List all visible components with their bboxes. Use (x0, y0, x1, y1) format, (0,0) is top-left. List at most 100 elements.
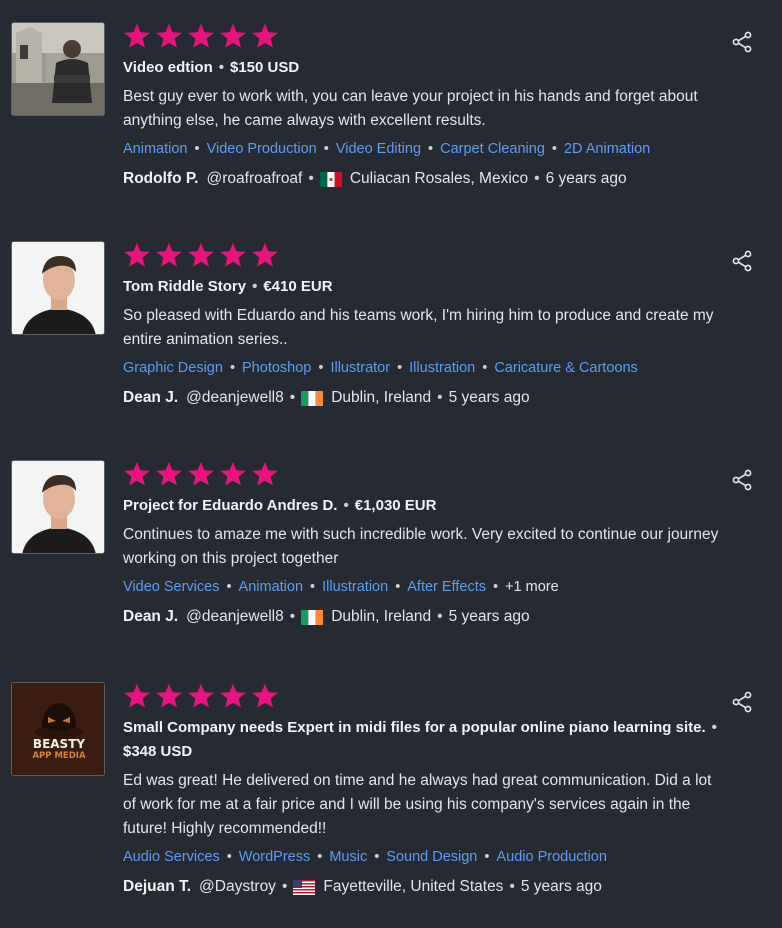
skill-tag[interactable]: Illustration (409, 360, 475, 376)
reviewer-name: Dean J. (123, 389, 179, 406)
skill-tag[interactable]: Photoshop (242, 360, 311, 376)
separator-dot: • (711, 719, 717, 736)
reviewer-handle[interactable]: @roafroafroaf (207, 168, 303, 190)
star-icon (252, 242, 278, 267)
project-title: Video edtion (123, 59, 213, 76)
share-icon[interactable] (731, 31, 753, 53)
review-time: 5 years ago (448, 389, 530, 406)
skill-tag[interactable]: Audio Production (496, 849, 606, 865)
skill-tag[interactable]: Video Services (123, 579, 219, 595)
review-time: 5 years ago (520, 878, 602, 895)
star-icon (124, 242, 150, 267)
skill-tag[interactable]: Animation (123, 141, 187, 157)
star-icon (252, 23, 278, 48)
share-icon[interactable] (731, 691, 753, 713)
share-icon[interactable] (731, 250, 753, 272)
reviewer-location: Fayetteville, United States (323, 878, 504, 895)
project-title: Tom Riddle Story (123, 278, 247, 295)
separator-dot: • (252, 278, 258, 295)
reviewer-name: Dejuan T. (123, 878, 192, 895)
project-title-row: Small Company needs Expert in midi files… (123, 716, 723, 764)
rating-stars (123, 22, 723, 50)
avatar-photo (12, 461, 104, 553)
skill-tag[interactable]: Graphic Design (123, 360, 223, 376)
star-icon (220, 683, 246, 708)
project-title: Project for Eduardo Andres D. (123, 497, 338, 514)
reviewer-meta: Dejuan T. @Daystroy • Fayetteville, Unit… (123, 876, 723, 898)
star-icon (124, 23, 150, 48)
skill-tag[interactable]: After Effects (407, 579, 486, 595)
project-price: $150 USD (230, 59, 300, 76)
project-price: €410 EUR (263, 278, 333, 295)
skill-tag[interactable]: Caricature & Cartoons (494, 360, 637, 376)
skill-tag[interactable]: 2D Animation (564, 141, 650, 157)
project-title-row: Project for Eduardo Andres D. • €1,030 EUR (123, 494, 723, 518)
skill-tags: Video Services • Animation • Illustration • Af… (123, 579, 559, 595)
skill-tag[interactable]: Audio Services (123, 849, 220, 865)
star-icon (252, 461, 278, 486)
reviewer-handle[interactable]: @deanjewell8 (186, 387, 284, 409)
skill-tag[interactable]: Carpet Cleaning (440, 141, 545, 157)
reviewer-avatar[interactable] (11, 241, 105, 335)
star-icon (156, 683, 182, 708)
review-text: So pleased with Eduardo and his teams wo… (123, 307, 714, 348)
skill-tag[interactable]: Video Editing (336, 141, 421, 157)
project-title: Small Company needs Expert in midi files… (123, 719, 706, 736)
star-icon (156, 242, 182, 267)
star-icon (252, 683, 278, 708)
star-icon (156, 461, 182, 486)
reviewer-avatar[interactable]: BEASTY APP MEDIA (11, 682, 105, 776)
rating-stars (123, 241, 723, 269)
rating-stars (123, 682, 723, 710)
review-text: Ed was great! He delivered on time and h… (123, 772, 712, 837)
star-icon (188, 461, 214, 486)
skill-tags: Graphic Design • Photoshop • Illustrator • Ill… (123, 360, 638, 376)
skill-tag[interactable]: Music (329, 849, 367, 865)
reviewer-meta: Dean J. @deanjewell8 • Dublin, Ireland •… (123, 387, 723, 409)
reviewer-avatar[interactable] (11, 22, 105, 116)
star-icon (124, 461, 150, 486)
separator-dot: • (218, 59, 224, 76)
skill-tag[interactable]: Illustration (322, 579, 388, 595)
avatar-photo (12, 23, 104, 115)
mexico-flag-icon (319, 171, 342, 187)
usa-flag-icon (293, 879, 316, 895)
logo-text-line1: BEASTY (33, 737, 85, 751)
reviewer-location: Dublin, Ireland (331, 389, 432, 406)
reviewer-meta: Dean J. @deanjewell8 • Dublin, Ireland •… (123, 606, 723, 628)
star-icon (124, 683, 150, 708)
reviewer-location: Culiacan Rosales, Mexico (349, 170, 529, 187)
star-icon (220, 23, 246, 48)
skill-tag[interactable]: WordPress (239, 849, 310, 865)
star-icon (156, 23, 182, 48)
reviewer-meta: Rodolfo P. @roafroafroaf • Culiacan Rosa… (123, 168, 723, 190)
separator-dot: • (343, 497, 349, 514)
logo-text-line2: APP MEDIA (32, 751, 85, 761)
review-text: Best guy ever to work with, you can leav… (123, 88, 698, 129)
reviewer-handle[interactable]: @deanjewell8 (186, 606, 284, 628)
review-time: 6 years ago (545, 170, 627, 187)
reviewer-location: Dublin, Ireland (331, 608, 432, 625)
star-icon (188, 23, 214, 48)
project-title-row: Video edtion • $150 USD (123, 56, 723, 80)
avatar-photo (12, 242, 104, 334)
more-tags-link[interactable]: +1 more (505, 579, 559, 595)
project-price: $348 USD (123, 743, 193, 760)
skill-tags: Audio Services • WordPress • Music • Sound Des… (123, 849, 607, 865)
review-text: Continues to amaze me with such incredib… (123, 526, 719, 567)
skill-tag[interactable]: Illustrator (330, 360, 390, 376)
reviewer-avatar[interactable] (11, 460, 105, 554)
share-icon[interactable] (731, 469, 753, 491)
reviewer-handle[interactable]: @Daystroy (199, 876, 276, 898)
reviewer-name: Rodolfo P. (123, 170, 199, 187)
skill-tags: Animation • Video Production • Video Editing… (123, 141, 651, 157)
skill-tag[interactable]: Video Production (207, 141, 317, 157)
skill-tag[interactable]: Sound Design (386, 849, 477, 865)
ireland-flag-icon (301, 390, 324, 406)
star-icon (220, 461, 246, 486)
rating-stars (123, 460, 723, 488)
skill-tag[interactable]: Animation (239, 579, 303, 595)
beasty-app-media-logo: BEASTY APP MEDIA (12, 683, 104, 775)
project-price: €1,030 EUR (354, 497, 437, 514)
review-time: 5 years ago (448, 608, 530, 625)
